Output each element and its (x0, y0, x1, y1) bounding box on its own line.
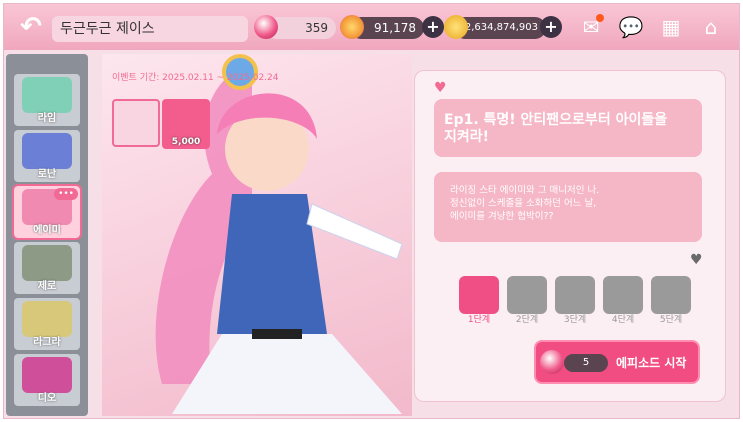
gold-coin-icon (444, 15, 468, 39)
character-name: 에이미 (33, 225, 61, 236)
heart-icon: ♥ (690, 252, 703, 268)
start-cost: 5 (564, 354, 608, 372)
chat-icon[interactable]: 💬 (616, 14, 646, 40)
top-bar: ↶ 두근두근 제이스 359 91,178 + 12,634,874,903 +… (4, 4, 739, 50)
more-badge: ••• (54, 188, 78, 200)
character-item-lime[interactable]: 라임 (14, 74, 80, 126)
character-portrait (22, 133, 72, 169)
step-1-button[interactable] (459, 276, 499, 314)
step-label: 3단계 (563, 315, 587, 325)
character-item-zero[interactable]: 제로 (14, 242, 80, 294)
start-episode-label: 에피소드 시작 (616, 356, 687, 370)
add-gold-button[interactable]: + (540, 16, 562, 38)
step-label: 2단계 (515, 315, 539, 325)
store-icon[interactable]: ▦ (656, 14, 686, 40)
step-5-lock-icon[interactable] (651, 276, 691, 314)
character-item-ronan[interactable]: 로난 (14, 130, 80, 182)
character-name: 제로 (37, 281, 57, 292)
home-icon[interactable]: ⌂ (696, 14, 726, 40)
character-name: 라임 (37, 113, 57, 124)
gem-icon (540, 350, 564, 374)
character-name: 로난 (37, 169, 57, 180)
step-4-lock-icon[interactable] (603, 276, 643, 314)
step-2-lock-icon[interactable] (507, 276, 547, 314)
add-coin-button[interactable]: + (422, 16, 444, 38)
step-3-lock-icon[interactable] (555, 276, 595, 314)
step-label: 1단계 (467, 315, 491, 325)
character-list: 라임 로난 ••• 에이미 제로 라그라 디오 (6, 54, 88, 416)
episode-description: 라이징 스타 에이미와 그 매니저인 나. 정신없이 스케줄을 소화하던 어느 … (450, 185, 600, 222)
notification-dot (596, 14, 604, 22)
episode-title: Ep1. 특명! 안티팬으로부터 아이돌을 지켜라! (444, 112, 668, 145)
character-name: 라그라 (33, 337, 61, 348)
character-portrait (22, 357, 72, 393)
back-arrow-icon[interactable]: ↶ (14, 12, 48, 42)
character-portrait (22, 245, 72, 281)
character-name: 디오 (37, 393, 57, 404)
character-item-lagra[interactable]: 라그라 (14, 298, 80, 350)
character-item-amy[interactable]: ••• 에이미 (12, 184, 82, 240)
game-screen: ↶ 두근두근 제이스 359 91,178 + 12,634,874,903 +… (3, 3, 740, 419)
event-period: 이벤트 기간: 2025.02.11 ~ 2025.02.24 (112, 73, 279, 83)
step-label: 5단계 (659, 315, 683, 325)
event-thumbnail (112, 99, 160, 147)
step-label: 4단계 (611, 315, 635, 325)
gem-icon (254, 15, 278, 39)
reward-value: 5,000 (171, 137, 201, 147)
heart-icon: ♥ (434, 80, 447, 96)
character-portrait (22, 301, 72, 337)
character-item-dio[interactable]: 디오 (14, 354, 80, 406)
candy-coin-icon (340, 15, 364, 39)
page-title: 두근두근 제이스 (52, 16, 248, 42)
character-portrait (22, 77, 72, 113)
